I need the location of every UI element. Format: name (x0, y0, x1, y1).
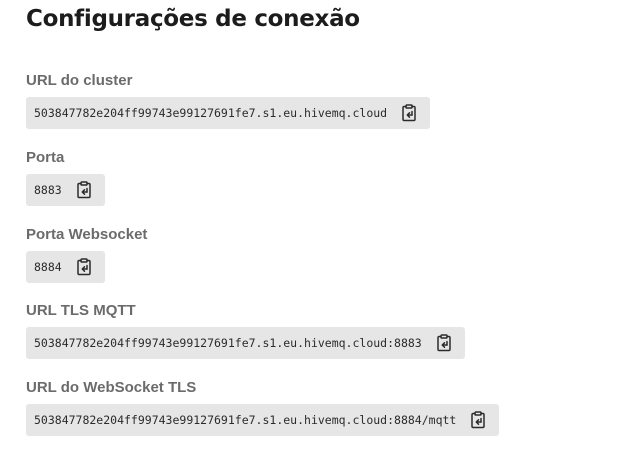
copy-websocket-port-button[interactable] (74, 257, 94, 277)
field-cluster-url: URL do cluster 503847782e204ff99743e9912… (26, 72, 431, 129)
connection-settings-page: Configurações de conexão URL do cluster … (0, 0, 623, 456)
websocket-port-value: 8884 (34, 260, 62, 274)
tls-websocket-url-value: 503847782e204ff99743e99127691fe7.s1.eu.h… (34, 413, 457, 427)
field-tls-websocket-url: URL do WebSocket TLS 503847782e204ff9974… (26, 379, 500, 436)
copy-port-button[interactable] (74, 180, 94, 200)
copy-tls-websocket-url-button[interactable] (468, 410, 488, 430)
tls-mqtt-url-label: URL TLS MQTT (26, 302, 136, 319)
copy-icon (471, 411, 486, 429)
copy-icon (402, 104, 416, 122)
cluster-url-chip: 503847782e204ff99743e99127691fe7.s1.eu.h… (26, 97, 431, 129)
tls-mqtt-url-value: 503847782e204ff99743e99127691fe7.s1.eu.h… (34, 336, 422, 350)
tls-websocket-url-label: URL do WebSocket TLS (26, 379, 197, 396)
copy-tls-mqtt-url-button[interactable] (434, 333, 454, 353)
port-chip: 8883 (26, 174, 105, 206)
cluster-url-value: 503847782e204ff99743e99127691fe7.s1.eu.h… (34, 106, 388, 120)
port-label: Porta (26, 149, 65, 166)
tls-mqtt-url-chip: 503847782e204ff99743e99127691fe7.s1.eu.h… (26, 327, 465, 359)
websocket-port-chip: 8884 (26, 251, 105, 283)
tls-websocket-url-chip: 503847782e204ff99743e99127691fe7.s1.eu.h… (26, 404, 500, 436)
page-title: Configurações de conexão (26, 6, 360, 32)
field-websocket-port: Porta Websocket 8884 (26, 226, 147, 283)
cluster-url-label: URL do cluster (26, 72, 133, 89)
copy-cluster-url-button[interactable] (399, 103, 419, 123)
copy-icon (76, 258, 91, 276)
port-value: 8883 (34, 183, 62, 197)
field-port: Porta 8883 (26, 149, 105, 206)
field-tls-mqtt-url: URL TLS MQTT 503847782e204ff99743e991276… (26, 302, 465, 359)
websocket-port-label: Porta Websocket (26, 226, 148, 243)
copy-icon (76, 181, 91, 199)
copy-icon (436, 334, 451, 352)
